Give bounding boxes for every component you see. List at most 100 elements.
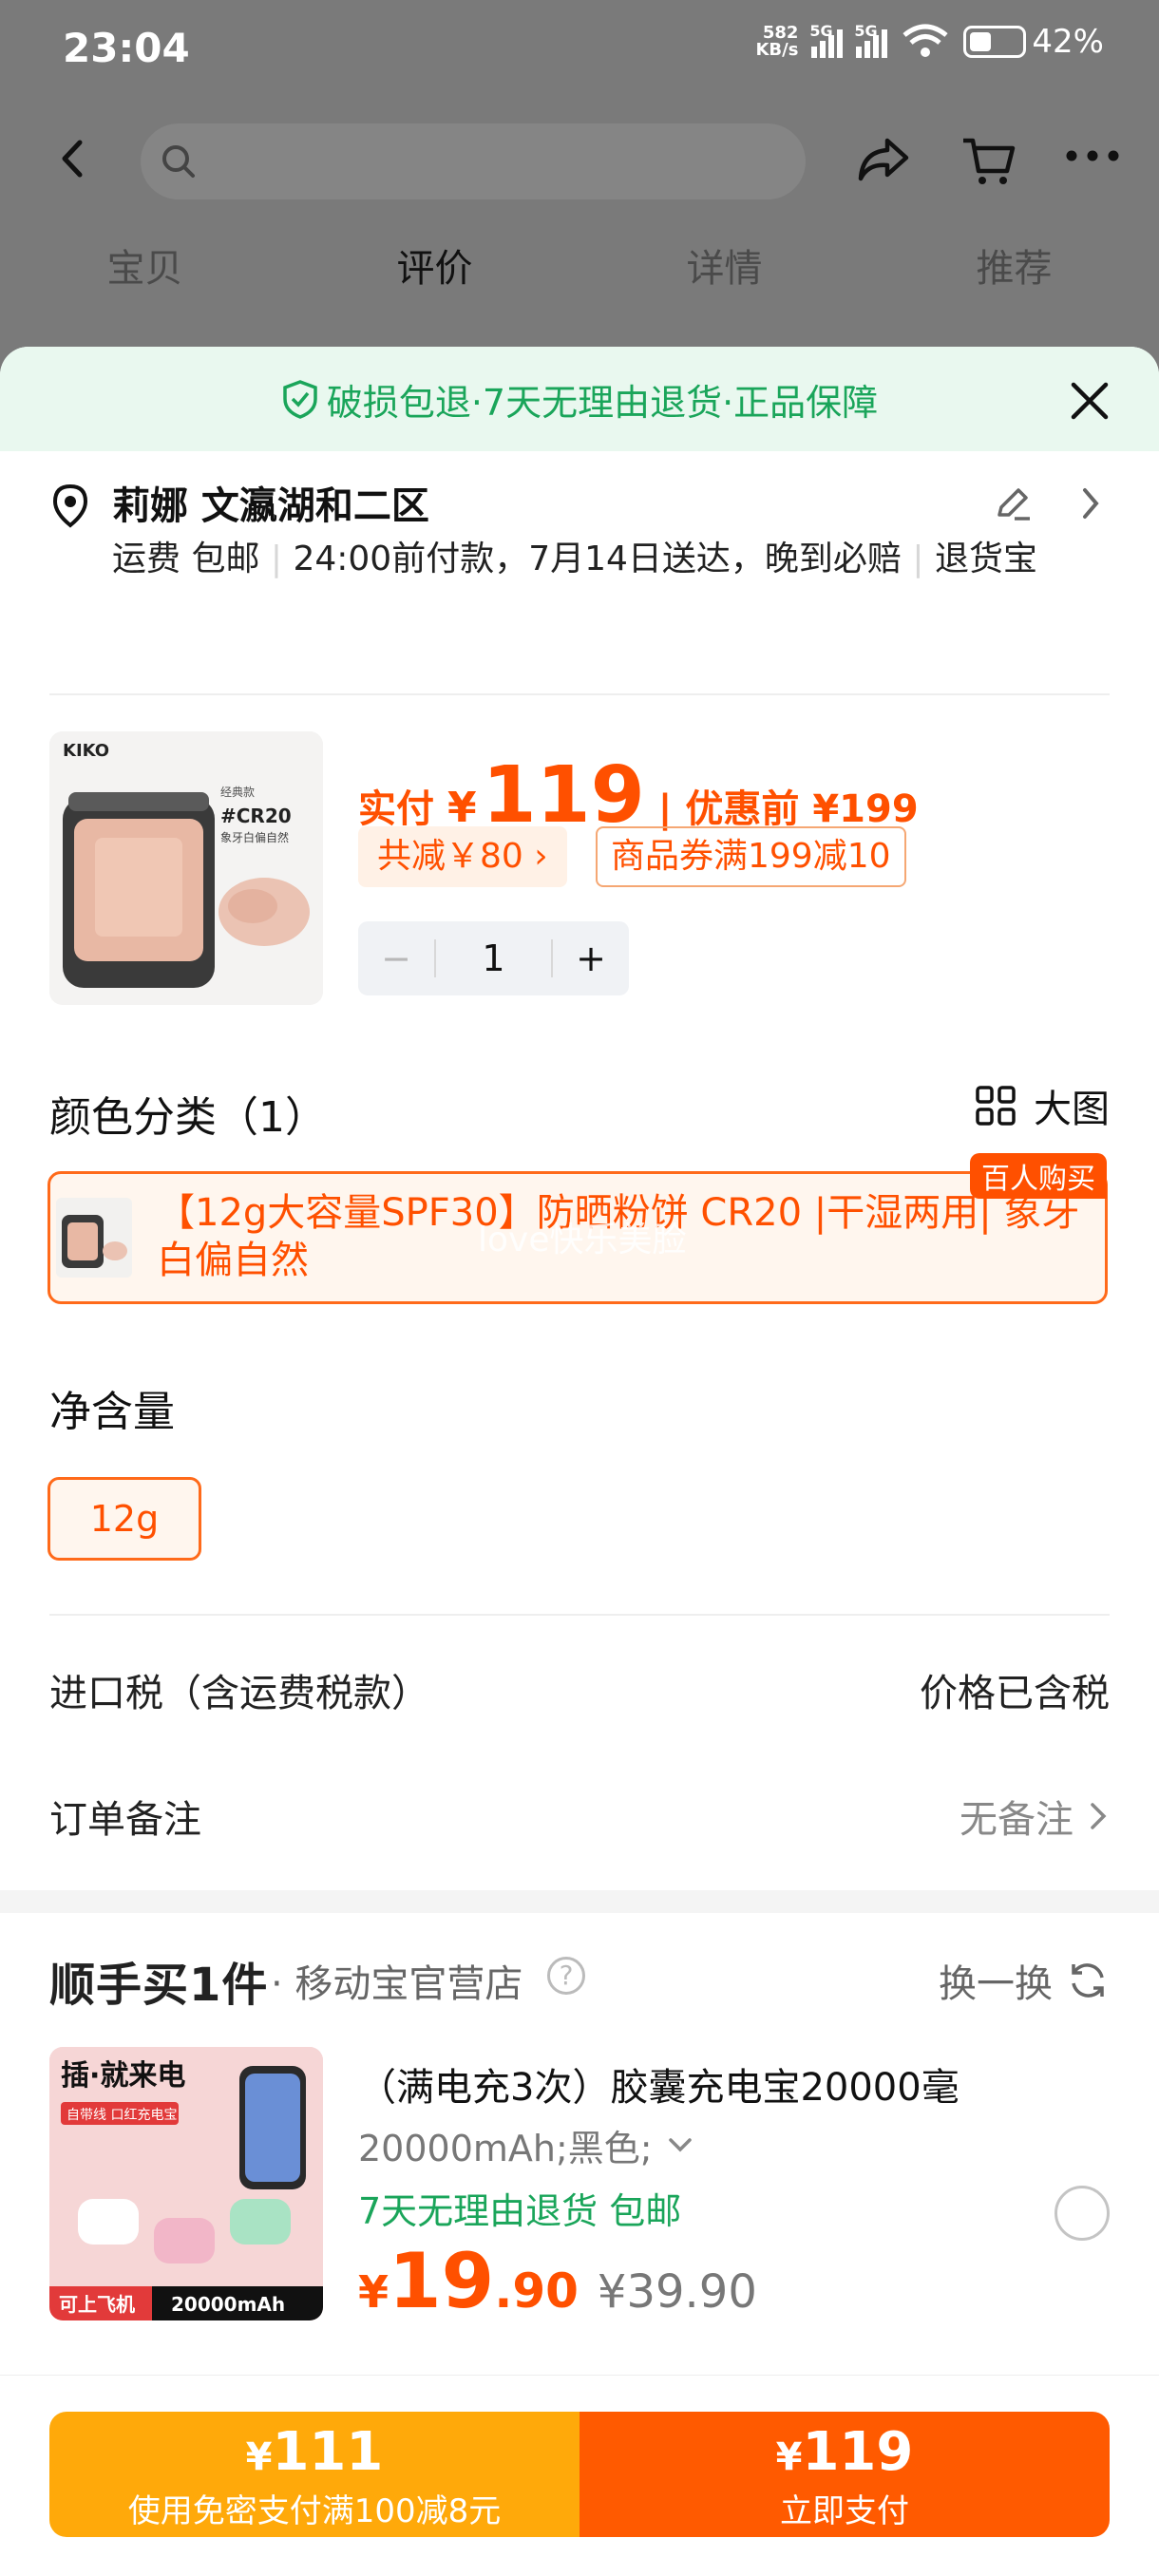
decrease-button[interactable]: − xyxy=(358,938,434,979)
quantity-stepper: − 1 + xyxy=(358,921,629,995)
search-icon xyxy=(162,145,195,178)
compact-powder-image: KIKO 经典款 #CR20 象牙白偏自然 xyxy=(49,731,323,1005)
refresh-icon xyxy=(1072,1963,1104,1998)
shield-check-icon xyxy=(283,380,317,419)
recipient-address: 莉娜 文瀛湖和二区 xyxy=(112,484,429,528)
pay-right-currency: ¥ xyxy=(775,2435,803,2479)
original-price-label: 优惠前 xyxy=(685,787,800,831)
delivery-time: 24:00前付款，7月14日送达，晚到必赔 xyxy=(293,540,902,578)
thumb-badge-1: 可上飞机 xyxy=(59,2293,135,2316)
thumb-title: 插·就来电 xyxy=(61,2059,185,2093)
order-note-label: 订单备注 xyxy=(49,1798,201,1842)
import-tax-label: 进口税（含运费税款） xyxy=(49,1672,429,1715)
pay-left-label: 使用免密支付满100减8元 xyxy=(127,2492,502,2530)
add-on-tags: 7天无理由退货 包邮 xyxy=(358,2190,682,2232)
swap-label: 换一换 xyxy=(939,1962,1053,2006)
variant-thumbnail xyxy=(56,1198,132,1278)
shipping-info: 运费 包邮 | 24:00前付款，7月14日送达，晚到必赔 | 退货宝 xyxy=(112,540,1037,578)
chevron-right-icon: › xyxy=(534,837,548,876)
tab-reviews[interactable]: 评价 xyxy=(290,237,580,313)
status-bar: 23:04 582 KB/s 5G 5G 42% xyxy=(0,0,1159,99)
chevron-right-icon xyxy=(1091,1803,1107,1829)
pay-right-label: 立即支付 xyxy=(780,2492,909,2530)
guarantee-banner: 破损包退·7天无理由退货·正品保障 xyxy=(0,347,1159,451)
back-icon[interactable] xyxy=(49,135,97,182)
tab-item[interactable]: 宝贝 xyxy=(0,237,290,313)
battery-level: 42% xyxy=(1032,23,1104,61)
increase-button[interactable]: + xyxy=(553,938,629,979)
signal-2-label: 5G xyxy=(854,22,878,40)
payment-buttons: ¥111 使用免密支付满100减8元 ¥119 立即支付 xyxy=(49,2412,1110,2537)
product-summary: KIKO 经典款 #CR20 象牙白偏自然 实付 ¥ 119 | 优惠前 ¥19… xyxy=(49,731,1110,1016)
search-box[interactable] xyxy=(141,123,806,199)
net-content-option[interactable]: 12g xyxy=(48,1477,201,1561)
pay-right-amount: 119 xyxy=(802,2421,914,2483)
import-tax-row: 进口税（含运费税款） 价格已含税 xyxy=(49,1662,1110,1717)
tab-details[interactable]: 详情 xyxy=(580,237,869,313)
page-tabs: 宝贝 评价 详情 推荐 xyxy=(0,237,1159,313)
share-icon[interactable] xyxy=(855,133,912,186)
product-image[interactable]: KIKO 经典款 #CR20 象牙白偏自然 xyxy=(49,731,323,1005)
signal-1-icon: 5G xyxy=(809,22,844,58)
edit-icon[interactable] xyxy=(992,483,1034,524)
thumb-shade: #CR20 xyxy=(220,805,292,827)
cart-icon[interactable] xyxy=(960,133,1016,190)
swap-button[interactable]: 换一换 xyxy=(939,1953,1110,2008)
watermark: love快乐美脸 xyxy=(478,1221,687,1260)
color-option-selected[interactable]: 【12g大容量SPF30】防晒粉饼 CR20 |干湿两用| 象牙白偏自然 lov… xyxy=(48,1153,1108,1304)
add-on-title: （满电充3次）胶囊充电宝20000毫 xyxy=(358,2066,960,2110)
coupon-chip[interactable]: 商品券满199减10 xyxy=(596,826,906,887)
order-sheet: 破损包退·7天无理由退货·正品保障 莉娜 文瀛湖和二区 运费 包邮 | 24:0… xyxy=(0,347,1159,2576)
top-bar xyxy=(0,114,1159,209)
power-bank-image[interactable]: 插·就来电 自带线 口红充电宝 可上飞机 20000mAh xyxy=(49,2047,323,2320)
signal-1-label: 5G xyxy=(809,22,833,40)
add-on-price: ¥ 19 .90 ¥39.90 xyxy=(358,2237,757,2325)
pay-left-currency: ¥ xyxy=(245,2435,273,2479)
pay-left-amount: 111 xyxy=(272,2421,384,2483)
help-icon[interactable]: ? xyxy=(547,1957,585,1995)
battery-icon: 42% xyxy=(963,23,1104,61)
section-gap xyxy=(0,1890,1159,1913)
add-on-product: 插·就来电 自带线 口红充电宝 可上飞机 20000mAh （满电充3次）胶囊充… xyxy=(49,2047,1110,2332)
add-on-spec: 20000mAh;黑色; xyxy=(358,2128,653,2169)
store-name: · 移动宝官营店 xyxy=(271,1962,523,2006)
big-view-button[interactable]: 大图 xyxy=(975,1078,1110,1133)
guarantee-text: 破损包退·7天无理由退货·正品保障 xyxy=(326,381,879,424)
thumb-brand: KIKO xyxy=(63,741,109,761)
clock: 23:04 xyxy=(63,25,190,71)
more-icon[interactable] xyxy=(1064,146,1121,165)
original-price-value: ¥199 xyxy=(812,787,919,831)
add-on-currency: ¥ xyxy=(358,2266,390,2318)
password-free-pay-button[interactable]: ¥111 使用免密支付满100减8元 xyxy=(49,2412,580,2537)
signal-2-icon: 5G xyxy=(854,22,888,58)
chevron-right-icon[interactable] xyxy=(1077,484,1104,522)
add-on-original-price: ¥39.90 xyxy=(597,2265,757,2319)
location-pin-icon xyxy=(52,483,88,528)
add-on-logo: 顺手买1件 xyxy=(49,1959,269,2012)
network-speed-unit: KB/s xyxy=(755,40,799,60)
thumb-shade-desc: 象牙白偏自然 xyxy=(220,830,289,844)
thumb-shade-label: 经典款 xyxy=(220,786,255,799)
grid-icon xyxy=(976,1086,1016,1126)
big-view-label: 大图 xyxy=(1034,1088,1110,1131)
return-insurance: 退货宝 xyxy=(934,540,1037,578)
add-on-price-int: 19 xyxy=(389,2237,495,2325)
network-speed: 582 KB/s xyxy=(755,25,798,59)
order-note-row[interactable]: 订单备注 无备注 xyxy=(49,1789,1110,1844)
quantity-value[interactable]: 1 xyxy=(434,939,553,977)
popular-badge: 百人购买 xyxy=(970,1153,1107,1199)
status-icons: 582 KB/s 5G 5G 42% xyxy=(755,22,1104,61)
chevron-down-icon xyxy=(668,2137,692,2151)
import-tax-value: 价格已含税 xyxy=(920,1672,1110,1715)
add-on-select-radio[interactable] xyxy=(1054,2186,1110,2241)
pay-now-button[interactable]: ¥119 立即支付 xyxy=(580,2412,1110,2537)
thumb-tag: 自带线 口红充电宝 xyxy=(66,2108,177,2123)
tab-recommend[interactable]: 推荐 xyxy=(869,237,1159,313)
paid-label: 实付 xyxy=(358,787,434,831)
close-icon[interactable] xyxy=(1068,379,1112,423)
currency-symbol: ¥ xyxy=(447,784,477,832)
color-heading: 颜色分类（1） xyxy=(49,1093,327,1142)
discount-chip[interactable]: 共减￥80 › xyxy=(358,826,567,887)
add-on-spec-selector[interactable]: 20000mAh;黑色; xyxy=(358,2119,694,2171)
wifi-icon xyxy=(902,24,949,57)
